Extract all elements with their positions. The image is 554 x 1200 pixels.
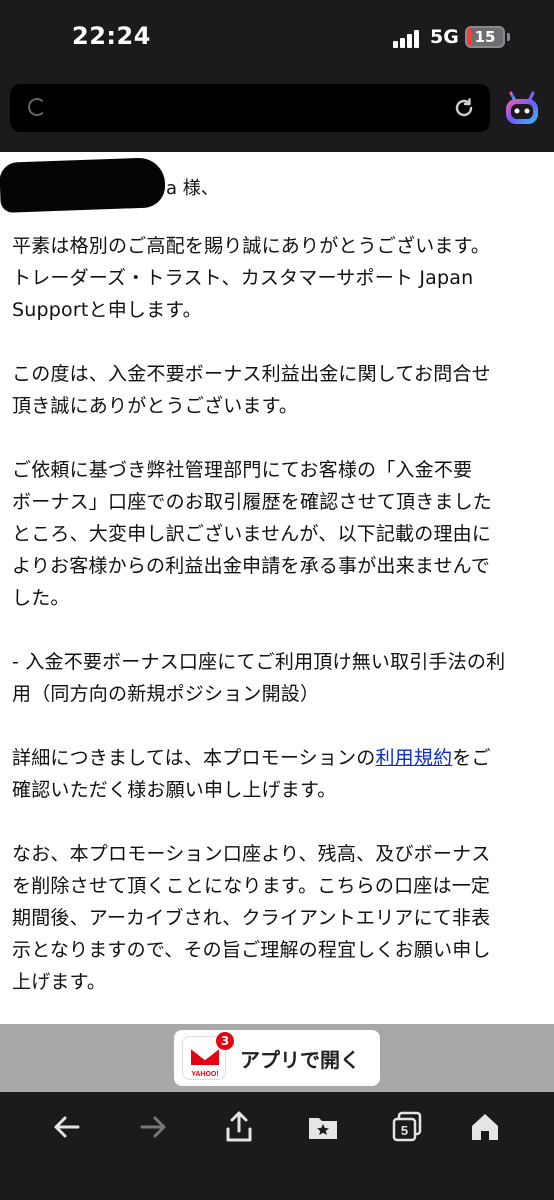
salutation: a 様、 xyxy=(166,178,219,199)
terms-link[interactable]: 利用規約 xyxy=(375,747,452,769)
text-segment: をご xyxy=(452,747,491,769)
text-segment: 詳細につきましては、本プロモーションの xyxy=(12,747,376,769)
paragraph-terms: 詳細につきましては、本プロモーションの利用規約をご 確認いただく様お願い申し上げ… xyxy=(12,742,544,806)
text-line: 頂き誠にありがとうございます。 xyxy=(12,395,299,417)
text-line: ところ、大変申し訳ございませんが、以下記載の理由に xyxy=(12,523,492,545)
url-bar[interactable] xyxy=(10,84,490,132)
status-time: 22:24 xyxy=(72,22,151,50)
paragraph-greeting: 平素は格別のご高配を賜り誠にありがとうございます。 トレーダーズ・トラスト、カス… xyxy=(12,230,544,326)
robot-icon[interactable] xyxy=(503,90,541,128)
text-line: よりお客様からの利益出金申請を承る事が出来ませんで xyxy=(12,555,491,577)
paragraph-thanks: この度は、入金不要ボーナス利益出金に関してお問合せ 頂き誠にありがとうございます… xyxy=(12,358,544,422)
open-in-app-label: アプリで開く xyxy=(240,1048,360,1072)
battery-icon: 15 xyxy=(465,26,505,48)
text-line: を削除させて頂くことになります。こちらの口座は一定 xyxy=(12,875,491,897)
battery-percent: 15 xyxy=(474,28,496,46)
home-icon[interactable] xyxy=(468,1110,502,1144)
text-line: なお、本プロモーション口座より、残高、及びボーナス xyxy=(12,843,491,865)
text-line: した。 xyxy=(12,587,70,609)
tab-count: 5 xyxy=(401,1123,408,1138)
bookmarks-folder-icon[interactable] xyxy=(306,1110,340,1144)
status-bar: 22:24 5G 15 xyxy=(0,0,554,80)
text-line: Supportと申します。 xyxy=(12,299,202,321)
browser-toolbar: 5 xyxy=(0,1092,554,1200)
forward-arrow-icon[interactable] xyxy=(136,1110,170,1144)
loading-spinner-icon xyxy=(28,98,46,116)
text-line: この度は、入金不要ボーナス利益出金に関してお問合せ xyxy=(12,363,491,385)
url-redacted xyxy=(50,92,450,122)
redacted-recipient-name xyxy=(0,157,166,213)
text-line: 期間後、アーカイブされ、クライアントエリアにて非表 xyxy=(12,907,491,929)
share-icon[interactable] xyxy=(222,1110,256,1144)
text-line: 詳細につきましては、本プロモーションの利用規約をご xyxy=(12,742,544,774)
text-line: 用（同方向の新規ポジション開設） xyxy=(12,683,320,705)
email-body: a 様、 平素は格別のご高配を賜り誠にありがとうございます。 トレーダーズ・トラ… xyxy=(0,152,554,1024)
text-line: 平素は格別のご高配を賜り誠にありがとうございます。 xyxy=(12,235,491,257)
unread-badge: 3 xyxy=(216,1032,234,1050)
paragraph-decision: ご依頼に基づき弊社管理部門にてお客様の「入金不要 ボーナス」口座でのお取引履歴を… xyxy=(12,454,544,614)
text-line: 確認いただく様お願い申し上げます。 xyxy=(12,779,337,801)
text-line: ボーナス」口座でのお取引履歴を確認させて頂きました xyxy=(12,491,493,513)
paragraph-account-removal: なお、本プロモーション口座より、残高、及びボーナス を削除させて頂くことになりま… xyxy=(12,838,544,998)
text-line: 示となりますので、その旨ご理解の程宜しくお願い申し xyxy=(12,939,491,961)
yahoo-brand-text: YAHOO! xyxy=(191,1071,218,1078)
network-type: 5G xyxy=(430,26,459,48)
text-line: トレーダーズ・トラスト、カスタマーサポート Japan xyxy=(12,267,474,289)
reload-icon[interactable] xyxy=(452,96,476,120)
battery-tip xyxy=(507,33,510,41)
paragraph-reason: - 入金不要ボーナス口座にてご利用頂け無い取引手法の利 用（同方向の新規ポジショ… xyxy=(12,646,544,710)
tabs-icon[interactable]: 5 xyxy=(390,1110,424,1144)
open-in-app-button[interactable]: YAHOO! 3 アプリで開く xyxy=(174,1030,380,1086)
text-line: ご依頼に基づき弊社管理部門にてお客様の「入金不要 xyxy=(12,459,473,481)
text-line: 上げます。 xyxy=(12,971,107,993)
open-in-app-banner: YAHOO! 3 アプリで開く xyxy=(0,1024,554,1092)
text-line: - 入金不要ボーナス口座にてご利用頂け無い取引手法の利 xyxy=(12,651,506,673)
cellular-signal-icon xyxy=(393,30,423,48)
back-arrow-icon[interactable] xyxy=(50,1110,84,1144)
